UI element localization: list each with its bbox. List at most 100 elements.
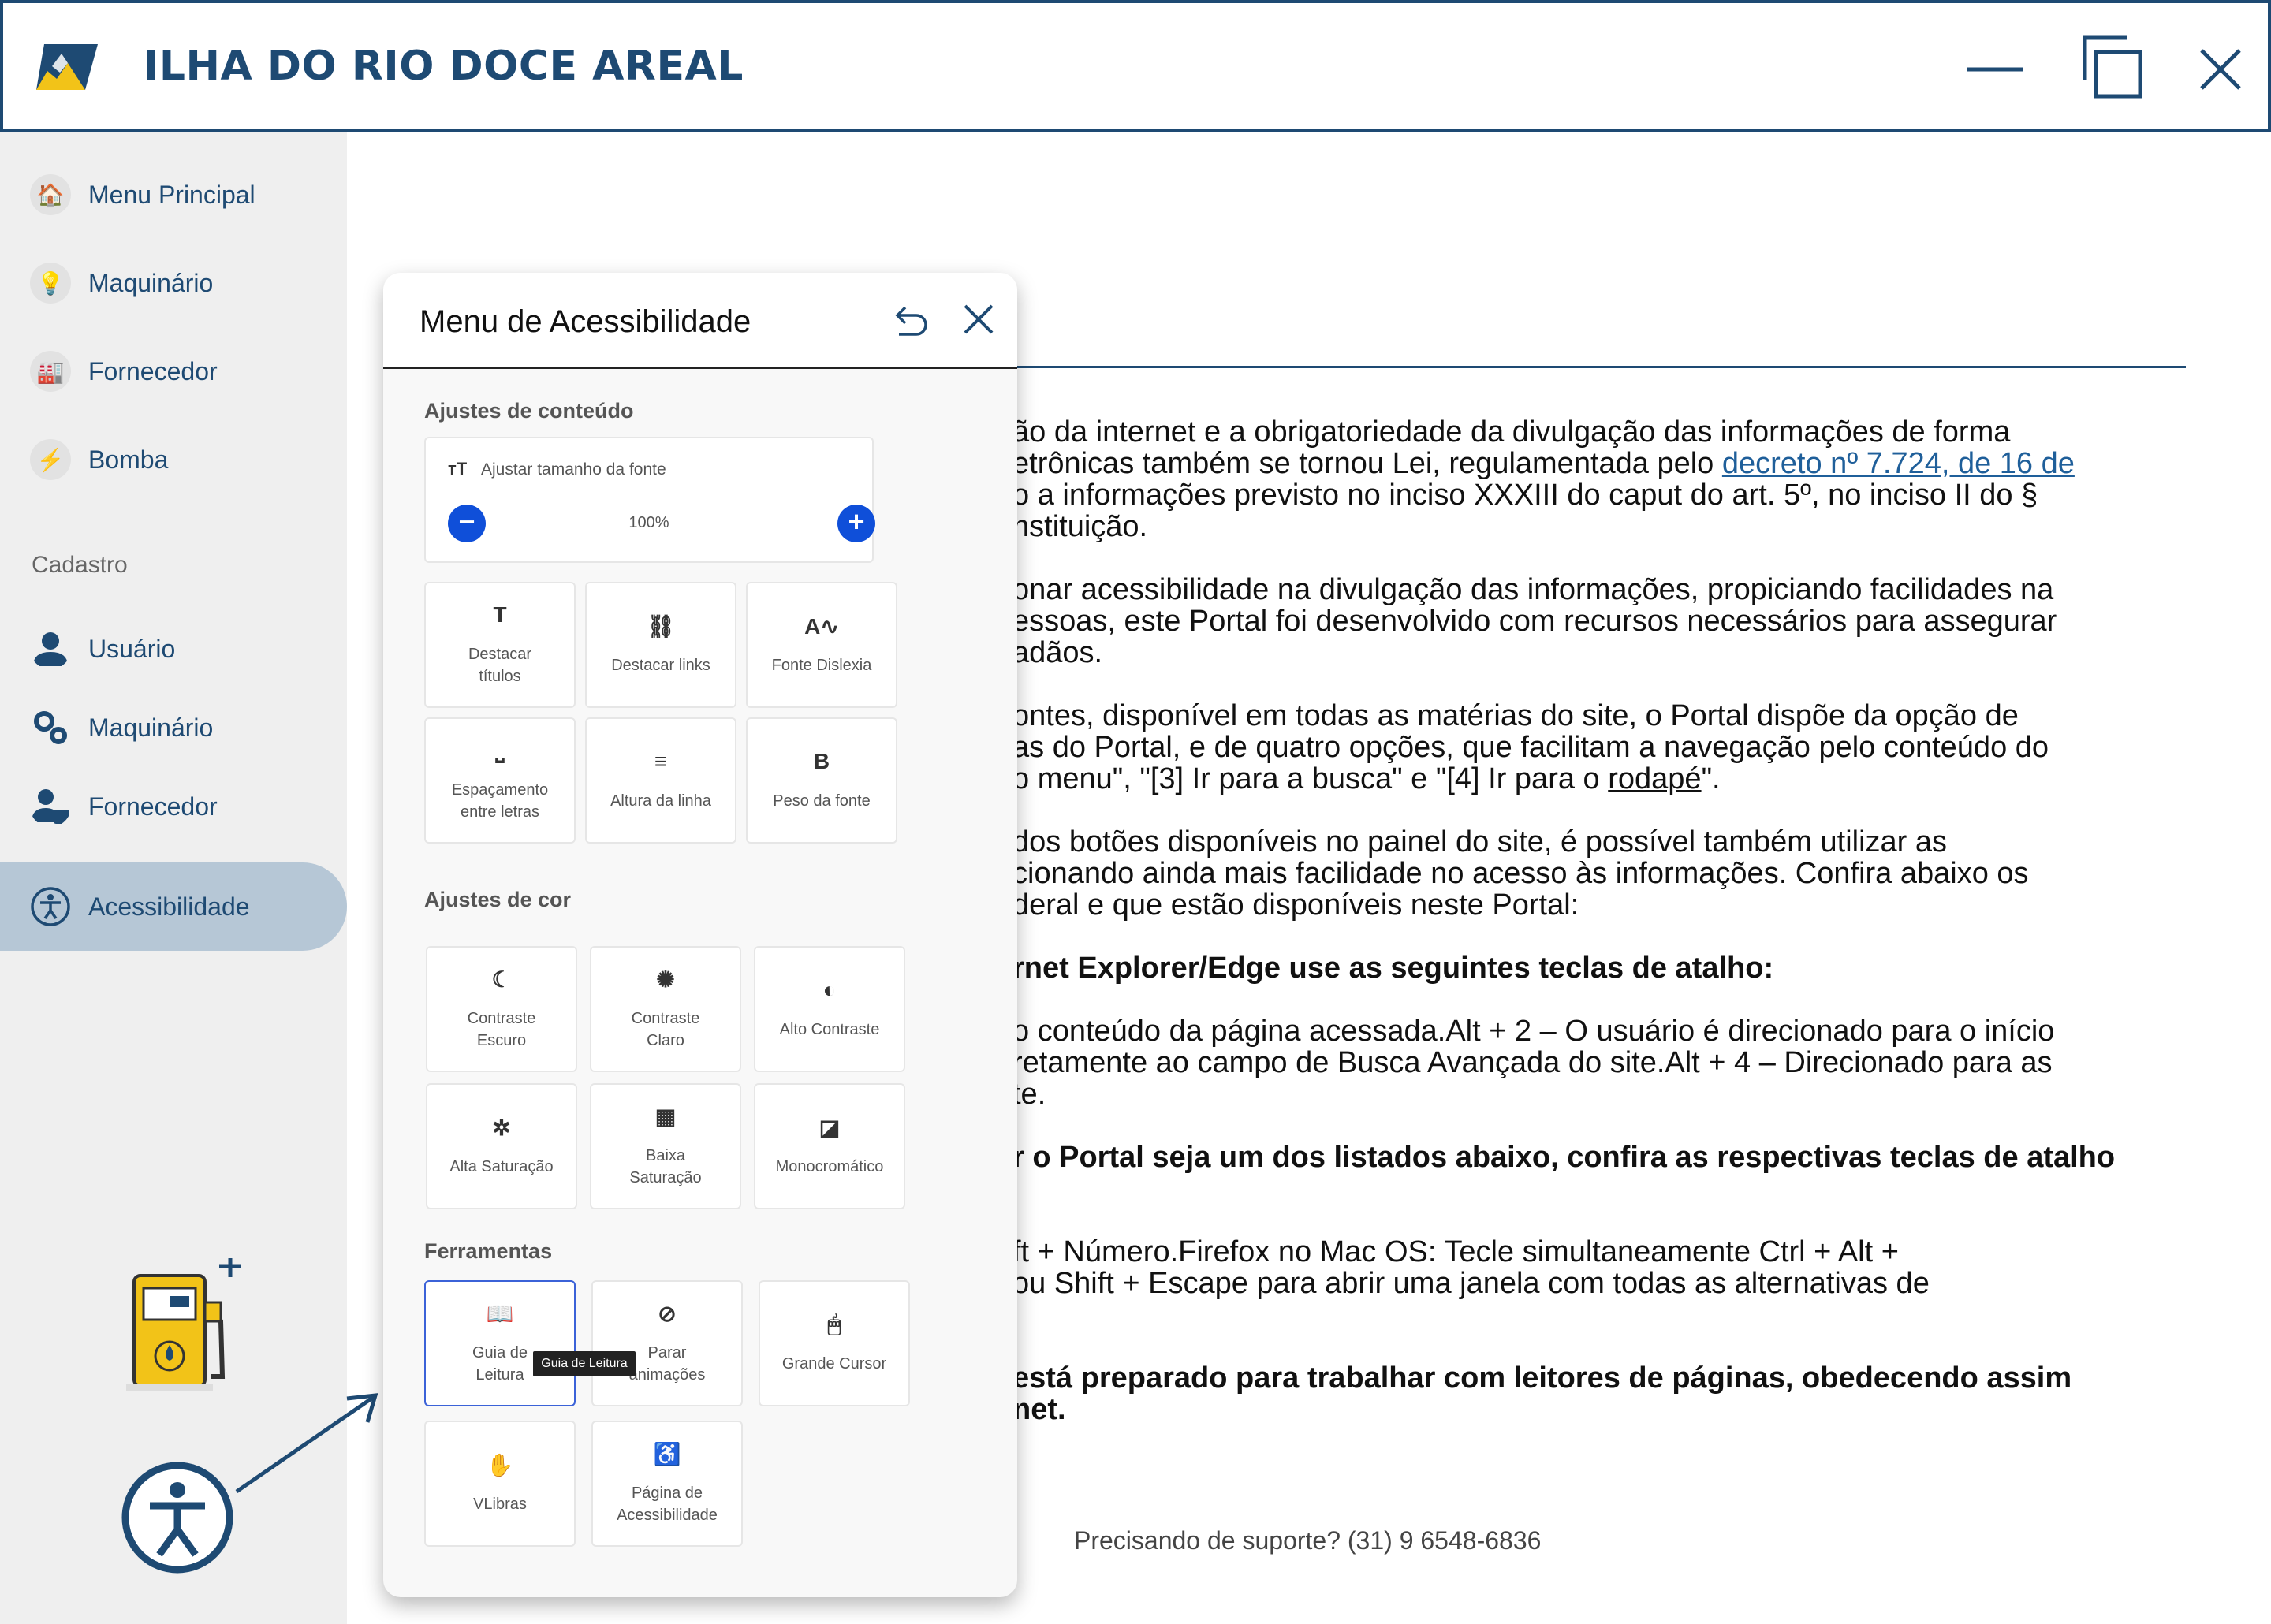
tile-label: Peso da fonte: [773, 792, 871, 810]
font-size-value: 100%: [628, 514, 669, 531]
content-divider: [1017, 366, 2186, 368]
section-title-cadastro: Cadastro: [32, 552, 128, 578]
sidebar-item-bomba[interactable]: ⚡ Bomba: [0, 424, 347, 495]
low-saturation-icon: ▦: [654, 1104, 677, 1129]
sidebar-item-maquinario-cadastro[interactable]: Maquinário: [0, 692, 347, 763]
tile-label: Saturação: [629, 1169, 702, 1186]
large-cursor-tile[interactable]: 🖱 Grande Cursor: [759, 1280, 910, 1406]
decree-link[interactable]: decreto nº 7.724, de 16 de: [1722, 447, 2075, 480]
text-line: nstituição.: [1012, 510, 1148, 543]
monochrome-tile[interactable]: ◪ Monocromático: [754, 1083, 905, 1209]
low-saturation-tile[interactable]: ▦ Baixa Saturação: [590, 1083, 741, 1209]
sidebar-item-label: Bomba: [88, 445, 169, 474]
tooltip: Guia de Leitura: [533, 1351, 636, 1376]
tile-label: Monocromático: [775, 1158, 884, 1175]
tile-label: títulos: [479, 668, 521, 685]
sidebar-item-fornecedor[interactable]: 🏭 Fornecedor: [0, 336, 347, 407]
accessibility-menu: Menu de Acessibilidade Ajustes de conteú…: [383, 273, 1017, 1597]
saturation-icon: ✲: [492, 1116, 511, 1140]
text-line: ft + Número.Firefox no Mac OS: Tecle sim…: [1012, 1235, 1899, 1268]
logo-icon: [36, 44, 98, 90]
sun-icon: ✺: [656, 967, 675, 992]
lightbulb-icon: 💡: [30, 263, 71, 304]
paragraph-3: ontes, disponível em todas as matérias d…: [1012, 700, 2049, 795]
lightning-icon: ⚡: [30, 439, 71, 480]
sidebar-item-usuario[interactable]: Usuário: [0, 613, 347, 684]
dyslexia-font-tile[interactable]: A∿ Fonte Dislexia: [746, 582, 897, 708]
wheelchair-icon: ♿: [653, 1442, 681, 1466]
sidebar: 🏠 Menu Principal 💡 Maquinário 🏭 Forneced…: [0, 132, 378, 1624]
text-line: ou Shift + Escape para abrir uma janela …: [1012, 1267, 1930, 1300]
text-line: retamente ao campo de Busca Avançada do …: [1012, 1046, 2053, 1079]
title-bar: ILHA DO RIO DOCE AREAL: [0, 0, 2271, 132]
sidebar-item-maquinario[interactable]: 💡 Maquinário: [0, 248, 347, 318]
tile-label: entre letras: [460, 803, 540, 821]
title-icon: T: [493, 602, 507, 627]
accessibility-page-tile[interactable]: ♿ Página de Acessibilidade: [591, 1421, 743, 1547]
line-height-icon: ≡: [654, 749, 668, 773]
highlight-links-tile[interactable]: ⛓ Destacar links: [585, 582, 736, 708]
tile-label: Altura da linha: [610, 792, 711, 810]
light-contrast-tile[interactable]: ✺ Contraste Claro: [590, 946, 741, 1072]
tile-label: Escuro: [476, 1032, 527, 1049]
factory-icon: 🏭: [30, 351, 71, 392]
section-title-color: Ajustes de cor: [424, 888, 572, 911]
text-line: deral e que estão disponíveis neste Port…: [1012, 888, 1579, 922]
paragraph-1: ão da internet e a obrigatoriedade da di…: [1012, 416, 2075, 542]
letter-spacing-tile[interactable]: ⎵ Espaçamento entre letras: [424, 717, 576, 844]
high-saturation-tile[interactable]: ✲ Alta Saturação: [426, 1083, 577, 1209]
minimize-icon[interactable]: [1959, 33, 2031, 106]
paragraph-5: o conteúdo da página acessada.Alt + 2 – …: [1012, 1015, 2054, 1110]
sidebar-item-menu-principal[interactable]: 🏠 Menu Principal: [0, 159, 347, 230]
dark-contrast-tile[interactable]: ☾ Contraste Escuro: [426, 946, 577, 1072]
user-icon: [33, 632, 68, 666]
supplier-icon: [32, 789, 69, 824]
sidebar-item-acessibilidade[interactable]: Acessibilidade: [0, 862, 347, 951]
close-icon[interactable]: [2184, 33, 2257, 106]
sidebar-item-label: Menu Principal: [88, 180, 255, 209]
sidebar-item-label: Acessibilidade: [88, 892, 250, 921]
tile-label: VLibras: [473, 1495, 527, 1513]
footer-link[interactable]: rodapé: [1608, 762, 1701, 795]
font-weight-tile[interactable]: B Peso da fonte: [746, 717, 897, 844]
tile-label: Destacar: [468, 646, 532, 663]
close-icon[interactable]: [959, 300, 998, 339]
text-line: adãos.: [1012, 636, 1103, 669]
tile-label: Acessibilidade: [617, 1507, 718, 1524]
text-line: cionando ainda mais facilidade no acesso…: [1012, 857, 2029, 890]
increase-font-button[interactable]: +: [837, 505, 875, 542]
gears-icon: [34, 711, 67, 744]
bold-icon: B: [813, 749, 830, 773]
line-height-tile[interactable]: ≡ Altura da linha: [585, 717, 736, 844]
spacing-icon: ⎵: [495, 738, 505, 762]
text-line: etrônicas também se tornou Lei, regulame…: [1012, 448, 2075, 479]
reset-icon[interactable]: [888, 300, 932, 344]
text-line: net.: [1012, 1393, 1066, 1426]
vlibras-tile[interactable]: ✋ VLibras: [424, 1421, 576, 1547]
tile-label: Contraste: [467, 1010, 536, 1027]
paragraph-6: ft + Número.Firefox no Mac OS: Tecle sim…: [1012, 1236, 1930, 1299]
vlibras-icon: ✋: [486, 1453, 514, 1477]
highlight-titles-tile[interactable]: T Destacar títulos: [424, 582, 576, 708]
sidebar-item-label: Maquinário: [88, 713, 214, 742]
text-line: está preparado para trabalhar com leitor…: [1012, 1361, 2072, 1395]
text-line: onar acessibilidade na divulgação das in…: [1012, 573, 2054, 606]
section-title-content: Ajustes de conteúdo: [424, 399, 634, 423]
text-segment: ".: [1701, 762, 1721, 795]
home-icon: 🏠: [30, 174, 71, 215]
heading-screen-readers: está preparado para trabalhar com leitor…: [1012, 1362, 2071, 1425]
reading-guide-tile[interactable]: 📖 Guia de Leitura: [424, 1280, 576, 1406]
text-line: ão da internet e a obrigatoriedade da di…: [1012, 415, 2011, 449]
text-line: o menu", "[3] Ir para a busca" e "[4] Ir…: [1012, 763, 2049, 795]
accessibility-widget-icon[interactable]: [120, 1460, 235, 1575]
high-contrast-tile[interactable]: ◐ Alto Contraste: [754, 946, 905, 1072]
text-line: essoas, este Portal foi desenvolvido com…: [1012, 605, 2057, 638]
restore-icon[interactable]: [2077, 33, 2150, 106]
stop-animations-tile[interactable]: ⊘ Parar animações: [591, 1280, 743, 1406]
tile-label: Alto Contraste: [779, 1021, 880, 1038]
tile-label: Fonte Dislexia: [771, 657, 872, 674]
font-size-control: ᴛT Ajustar tamanho da fonte − 100% +: [424, 437, 875, 563]
app-title: ILHA DO RIO DOCE AREAL: [144, 43, 744, 90]
sidebar-item-label: Fornecedor: [88, 356, 218, 386]
sidebar-item-fornecedor-cadastro[interactable]: Fornecedor: [0, 771, 347, 842]
